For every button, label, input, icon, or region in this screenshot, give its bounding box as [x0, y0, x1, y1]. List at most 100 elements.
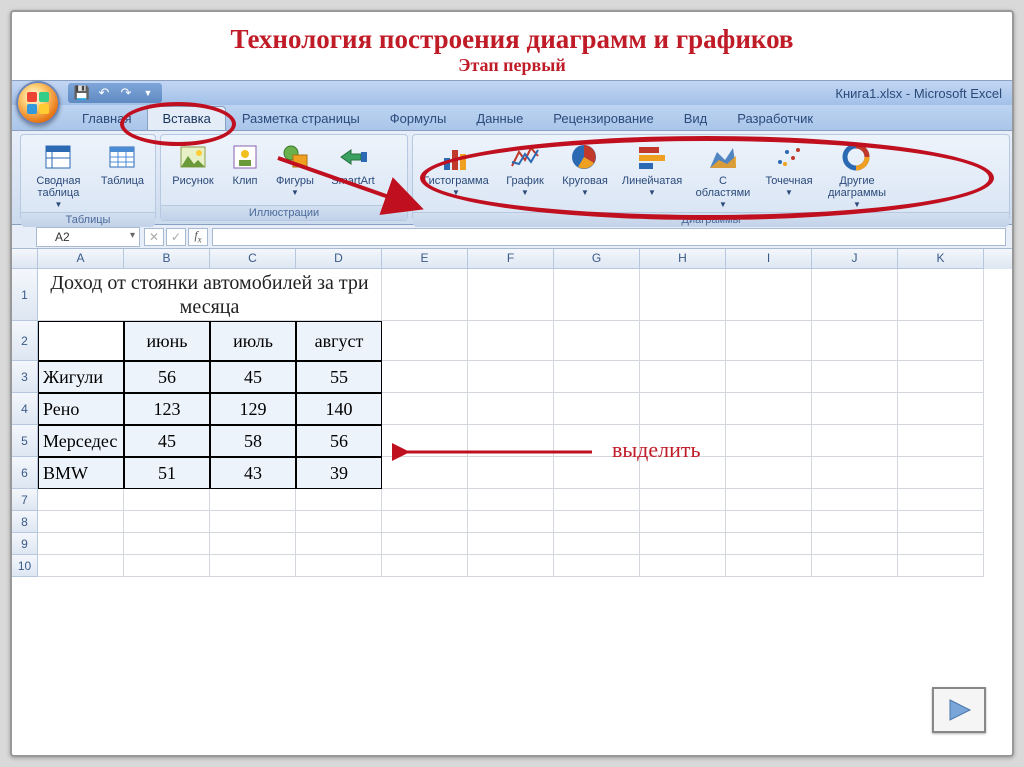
clip-button[interactable]: Клип [223, 139, 267, 189]
qat-dropdown-icon[interactable]: ▼ [140, 85, 156, 101]
cell[interactable]: 55 [296, 361, 382, 393]
tab-page-layout[interactable]: Разметка страницы [228, 107, 374, 130]
col-header[interactable]: B [124, 249, 210, 269]
pie-chart-icon [569, 141, 601, 173]
tab-home[interactable]: Главная [68, 107, 145, 130]
cell[interactable]: 43 [210, 457, 296, 489]
name-box[interactable]: A2 [36, 227, 140, 247]
col-header[interactable]: D [296, 249, 382, 269]
table-row[interactable]: 4 Рено 123 129 140 [12, 393, 1012, 425]
office-button[interactable] [16, 81, 60, 125]
col-header[interactable]: K [898, 249, 984, 269]
header-cell[interactable]: июль [210, 321, 296, 361]
table-row[interactable]: 8 [12, 511, 1012, 533]
pie-chart-button[interactable]: Круговая▼ [555, 139, 615, 200]
cell[interactable]: Мерседес [38, 425, 124, 457]
col-header[interactable]: F [468, 249, 554, 269]
table-button[interactable]: Таблица [94, 139, 151, 189]
quick-access-toolbar[interactable]: 💾 ↶ ↷ ▼ [68, 83, 162, 103]
table-row[interactable]: 10 [12, 555, 1012, 577]
select-all-corner[interactable] [12, 249, 38, 269]
redo-icon[interactable]: ↷ [118, 85, 134, 101]
pivot-table-button[interactable]: Сводная таблица▼ [25, 139, 92, 212]
bar-chart-label: Линейчатая [622, 175, 682, 187]
tab-review[interactable]: Рецензирование [539, 107, 667, 130]
table-row[interactable]: 2 июнь июль август [12, 321, 1012, 361]
table-row[interactable]: 3 Жигули 56 45 55 [12, 361, 1012, 393]
col-header[interactable]: I [726, 249, 812, 269]
row-header[interactable]: 2 [12, 321, 38, 361]
table-icon [106, 141, 138, 173]
tab-formulas[interactable]: Формулы [376, 107, 461, 130]
undo-icon[interactable]: ↶ [96, 85, 112, 101]
cell[interactable]: 51 [124, 457, 210, 489]
row-header[interactable]: 3 [12, 361, 38, 393]
header-cell[interactable]: июнь [124, 321, 210, 361]
other-charts-label: Другие диаграммы [827, 175, 887, 199]
shapes-label: Фигуры [276, 175, 314, 187]
cell[interactable] [38, 321, 124, 361]
col-header[interactable]: H [640, 249, 726, 269]
play-icon [944, 696, 974, 724]
col-header[interactable]: C [210, 249, 296, 269]
table-row[interactable]: 9 [12, 533, 1012, 555]
tab-insert[interactable]: Вставка [147, 106, 225, 130]
tab-developer[interactable]: Разработчик [723, 107, 827, 130]
col-header[interactable]: E [382, 249, 468, 269]
area-chart-button[interactable]: С областями▼ [689, 139, 757, 212]
cell[interactable]: Жигули [38, 361, 124, 393]
line-chart-button[interactable]: График▼ [497, 139, 553, 200]
tab-view[interactable]: Вид [670, 107, 722, 130]
header-cell[interactable]: август [296, 321, 382, 361]
cell[interactable]: Рено [38, 393, 124, 425]
picture-label: Рисунок [172, 175, 214, 187]
next-slide-button[interactable] [932, 687, 986, 733]
picture-button[interactable]: Рисунок [165, 139, 221, 189]
cell[interactable]: 45 [124, 425, 210, 457]
table-row[interactable]: 7 [12, 489, 1012, 511]
cell[interactable]: 123 [124, 393, 210, 425]
row-header[interactable]: 9 [12, 533, 38, 555]
scatter-chart-label: Точечная [765, 175, 812, 187]
smartart-button[interactable]: SmartArt [323, 139, 383, 189]
shapes-button[interactable]: Фигуры▼ [269, 139, 321, 200]
cell[interactable]: 56 [296, 425, 382, 457]
enter-icon[interactable]: ✓ [166, 228, 186, 246]
col-header[interactable]: A [38, 249, 124, 269]
cell[interactable]: BMW [38, 457, 124, 489]
save-icon[interactable]: 💾 [74, 85, 90, 101]
row-header[interactable]: 1 [12, 269, 38, 321]
bar-chart-button[interactable]: Линейчатая▼ [617, 139, 687, 200]
cell[interactable]: 45 [210, 361, 296, 393]
column-chart-label: Гистограмма [423, 175, 489, 187]
row-header[interactable]: 10 [12, 555, 38, 577]
formula-input[interactable] [212, 228, 1006, 246]
fx-icon[interactable]: fx [188, 228, 208, 246]
table-row[interactable]: 1 Доход от стоянки автомобилей за три ме… [12, 269, 1012, 321]
row-header[interactable]: 7 [12, 489, 38, 511]
cell[interactable]: 39 [296, 457, 382, 489]
row-header[interactable]: 6 [12, 457, 38, 489]
annotation-label-select: выделить [612, 437, 701, 463]
other-charts-button[interactable]: Другие диаграммы▼ [821, 139, 893, 212]
column-headers[interactable]: A B C D E F G H I J K [38, 249, 1012, 269]
cell[interactable]: 56 [124, 361, 210, 393]
table-row[interactable]: 5 Мерседес 45 58 56 [12, 425, 1012, 457]
row-header[interactable]: 5 [12, 425, 38, 457]
cell[interactable]: 129 [210, 393, 296, 425]
tab-data[interactable]: Данные [462, 107, 537, 130]
cell[interactable]: 58 [210, 425, 296, 457]
group-tables-label: Таблицы [21, 212, 155, 227]
cell[interactable]: 140 [296, 393, 382, 425]
table-title-cell[interactable]: Доход от стоянки автомобилей за три меся… [38, 269, 382, 321]
cancel-icon[interactable]: ✕ [144, 228, 164, 246]
row-header[interactable]: 4 [12, 393, 38, 425]
column-chart-button[interactable]: Гистограмма▼ [417, 139, 495, 200]
worksheet[interactable]: A B C D E F G H I J K 1 Доход от стоянки… [12, 249, 1012, 577]
col-header[interactable]: G [554, 249, 640, 269]
table-row[interactable]: 6 BMW 51 43 39 [12, 457, 1012, 489]
scatter-chart-button[interactable]: Точечная▼ [759, 139, 819, 200]
row-header[interactable]: 8 [12, 511, 38, 533]
titlebar: 💾 ↶ ↷ ▼ Книга1.xlsx - Microsoft Excel [12, 81, 1012, 105]
col-header[interactable]: J [812, 249, 898, 269]
